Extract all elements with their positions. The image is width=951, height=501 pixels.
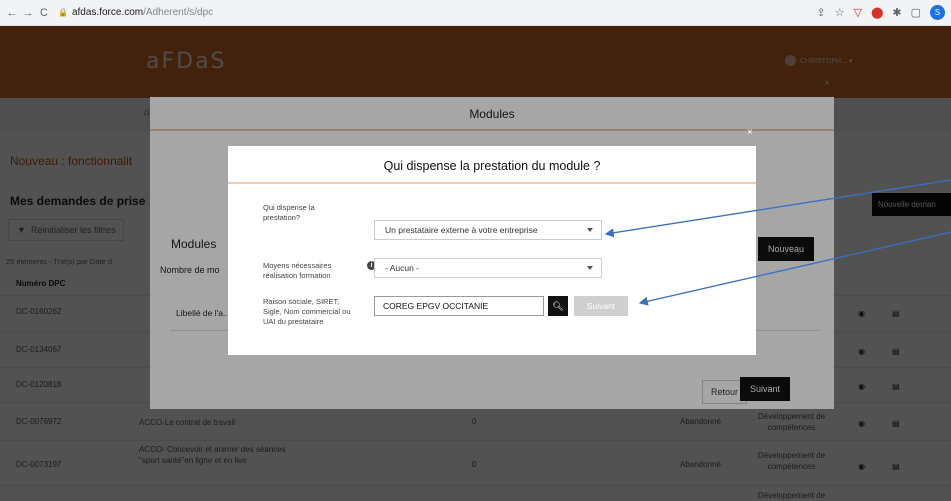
back-arrow-icon[interactable]: ← — [4, 7, 20, 19]
provider-modal-title: Qui dispense la prestation du module ? — [228, 146, 756, 184]
extension-icon[interactable]: ▽ — [854, 6, 862, 19]
bookmark-star-icon[interactable]: ☆ — [835, 6, 845, 19]
profile-avatar[interactable]: S — [930, 5, 945, 20]
adblock-icon[interactable]: ⬤ — [871, 6, 883, 19]
url-path: /Adherent/s/dpc — [143, 7, 214, 18]
search-button[interactable]: 🔍︎ — [548, 296, 568, 316]
url-host: afdas.force.com — [71, 7, 144, 18]
browser-toolbar: ← → C 🔒 afdas.force.com /Adherent/s/dpc … — [0, 0, 951, 26]
forward-arrow-icon[interactable]: → — [20, 7, 36, 19]
window-icon[interactable]: ▢ — [911, 6, 921, 19]
provider-type-select[interactable]: Un prestataire externe à votre entrepris… — [374, 220, 602, 240]
reload-icon[interactable]: C — [36, 7, 52, 19]
provider-modal: Qui dispense la prestation du module ? Q… — [228, 146, 756, 355]
provider-search-input[interactable] — [374, 296, 544, 316]
chevron-down-icon — [587, 228, 593, 232]
provider-type-value: Un prestataire externe à votre entrepris… — [385, 225, 538, 235]
training-means-label: Moyens nécessaires réalisation formation — [263, 261, 332, 280]
provider-name-label: Raison sociale, SIRET, Sigle, Nom commer… — [263, 297, 351, 326]
training-means-select[interactable]: - Aucun - — [374, 258, 602, 278]
close-icon[interactable]: × — [747, 127, 753, 138]
training-means-value: - Aucun - — [385, 263, 420, 273]
provider-type-label: Qui dispense la prestation? — [263, 203, 315, 222]
extensions-puzzle-icon[interactable]: ✱ — [892, 6, 901, 19]
lock-icon: 🔒 — [58, 8, 68, 17]
search-icon: 🔍︎ — [552, 300, 564, 311]
address-bar[interactable]: 🔒 afdas.force.com /Adherent/s/dpc — [58, 7, 213, 18]
chevron-down-icon — [587, 266, 593, 270]
next-button-disabled[interactable]: Suivant — [574, 296, 628, 316]
share-icon[interactable]: ⇪ — [817, 6, 826, 19]
